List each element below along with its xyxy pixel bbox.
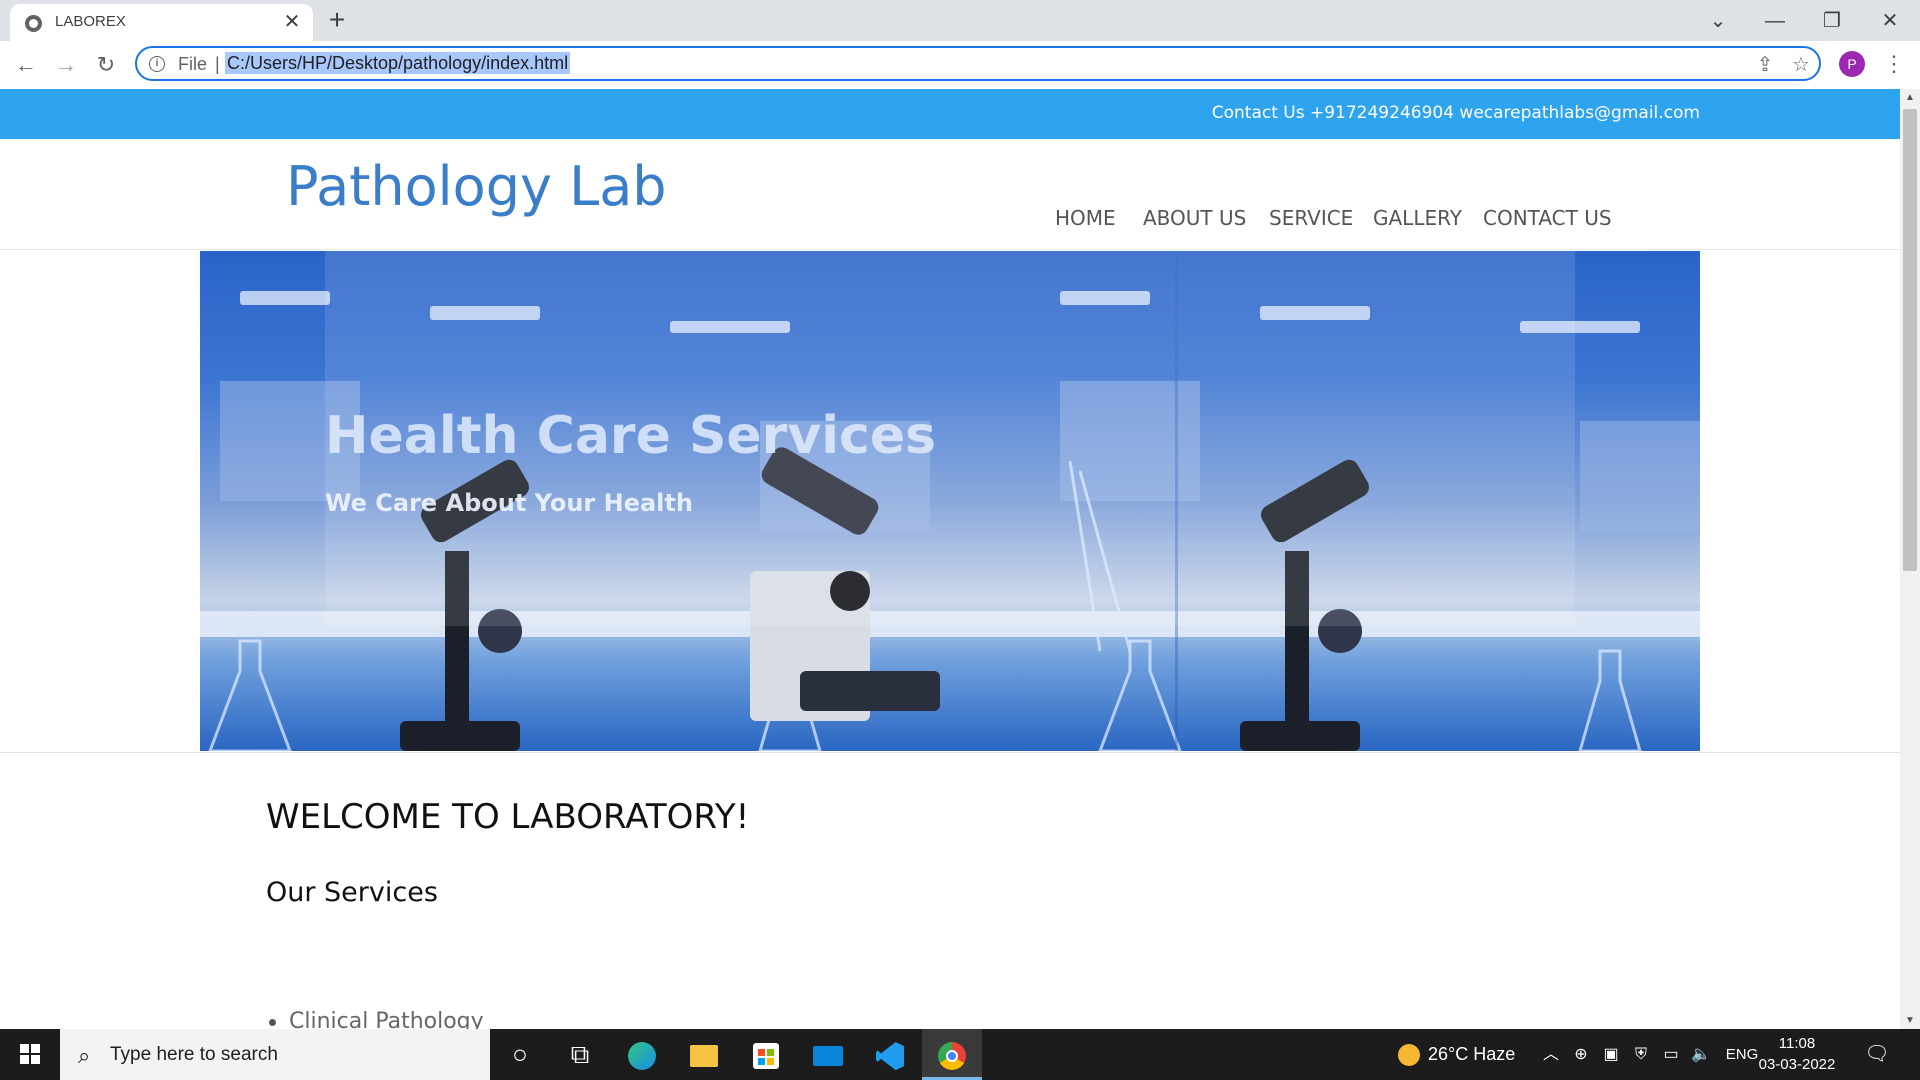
back-button[interactable]: ← — [10, 49, 42, 81]
address-bar[interactable]: i File | C:/Users/HP/Desktop/pathology/i… — [135, 46, 1821, 81]
task-view-button[interactable]: ⧉ — [550, 1029, 610, 1080]
site-logo[interactable]: Pathology Lab — [286, 155, 667, 218]
search-icon: ⌕ — [78, 1043, 91, 1068]
chrome-taskbar-app[interactable] — [922, 1029, 982, 1080]
new-tab-button[interactable]: + — [322, 6, 352, 36]
nav-about-us[interactable]: ABOUT US — [1143, 206, 1246, 230]
profile-avatar[interactable]: P — [1839, 51, 1865, 77]
browser-tab-strip: LABOREX ✕ + ⌄ — ❐ ✕ — [0, 0, 1920, 41]
security-icon[interactable]: ⛨ — [1628, 1029, 1654, 1080]
battery-icon[interactable]: ▭ — [1658, 1029, 1684, 1080]
chevron-up-icon[interactable]: ︿ — [1540, 1029, 1562, 1080]
weather-sun-icon — [1398, 1044, 1420, 1067]
vscode-taskbar-app[interactable] — [860, 1029, 920, 1080]
windows-logo-pane — [31, 1055, 40, 1064]
task-view-icon: ⧉ — [570, 1039, 590, 1069]
taskbar-search-box[interactable]: ⌕ Type here to search — [60, 1029, 490, 1080]
weather-widget[interactable]: 26°C Haze — [1398, 1029, 1515, 1080]
mail-taskbar-app[interactable] — [798, 1029, 858, 1080]
reload-icon: ↻ — [96, 52, 116, 77]
weather-text: 26°C Haze — [1428, 1044, 1516, 1064]
page-viewport: Contact Us +917249246904 wecarepathlabs@… — [0, 89, 1900, 1029]
url-text[interactable]: C:/Users/HP/Desktop/pathology/index.html — [225, 52, 571, 74]
site-header: Pathology Lab HOME ABOUT US SERVICE GALL… — [0, 139, 1900, 250]
star-icon[interactable]: ☆ — [1788, 52, 1814, 78]
service-list-item: Clinical Pathology — [269, 1009, 484, 1029]
welcome-heading: WELCOME TO LABORATORY! — [266, 797, 750, 837]
scroll-down-icon[interactable]: ▼ — [1900, 1012, 1920, 1029]
hero-subtitle: We Care About Your Health — [325, 489, 693, 517]
windows-logo-pane — [20, 1055, 29, 1064]
section-divider — [0, 752, 1900, 753]
hero-title: Health Care Services — [325, 406, 937, 466]
edge-taskbar-app[interactable] — [612, 1029, 672, 1080]
omnibox-separator: | — [215, 54, 220, 74]
forward-button[interactable]: → — [50, 49, 82, 81]
nav-gallery[interactable]: GALLERY — [1373, 206, 1462, 230]
volume-icon[interactable]: 🔈 — [1688, 1029, 1714, 1080]
contact-bar: Contact Us +917249246904 wecarepathlabs@… — [0, 89, 1900, 139]
page-scrollbar[interactable]: ▲ ▼ — [1900, 89, 1920, 1029]
browser-toolbar: ← → ↻ i File | C:/Users/HP/Desktop/patho… — [0, 41, 1920, 90]
circle-icon: ○ — [512, 1039, 528, 1069]
bullet-icon — [269, 1019, 276, 1026]
start-button[interactable] — [0, 1029, 60, 1080]
folder-icon — [690, 1045, 718, 1068]
chrome-icon — [938, 1042, 966, 1071]
notification-icon[interactable]: 🗨 — [1864, 1041, 1890, 1067]
windows-logo-pane — [31, 1044, 40, 1053]
nav-home[interactable]: HOME — [1055, 206, 1116, 230]
tab-search-button[interactable]: ⌄ — [1694, 4, 1742, 38]
meet-now-icon[interactable]: ▣ — [1598, 1029, 1624, 1080]
arrow-right-icon: → — [55, 52, 77, 77]
arrow-left-icon: ← — [15, 52, 37, 77]
nav-contact-us[interactable]: CONTACT US — [1483, 206, 1612, 230]
tab-close-button[interactable]: ✕ — [280, 10, 304, 34]
mail-icon — [813, 1046, 843, 1067]
nav-service[interactable]: SERVICE — [1269, 206, 1353, 230]
reload-button[interactable]: ↻ — [90, 49, 122, 81]
tab-title: LABOREX — [55, 13, 126, 30]
restore-button[interactable]: ❐ — [1808, 4, 1856, 38]
file-explorer-taskbar-app[interactable] — [674, 1029, 734, 1080]
hero-banner: Health Care Services We Care About Your … — [200, 251, 1700, 751]
vscode-icon — [876, 1042, 904, 1071]
scroll-up-icon[interactable]: ▲ — [1900, 89, 1920, 106]
kebab-menu-icon[interactable]: ⋮ — [1882, 49, 1906, 79]
windows-logo-icon — [20, 1044, 29, 1053]
store-taskbar-app[interactable] — [736, 1029, 796, 1080]
contact-bar-text: Contact Us +917249246904 wecarepathlabs@… — [1211, 103, 1700, 123]
windows-taskbar: ⌕ Type here to search ○ ⧉ 26°C Haze ︿ ⊕ … — [0, 1029, 1920, 1080]
clock-time: 11:08 — [1778, 1035, 1816, 1052]
browser-tab[interactable]: LABOREX ✕ — [10, 4, 313, 41]
service-label: Clinical Pathology — [289, 1009, 484, 1029]
search-placeholder: Type here to search — [110, 1044, 278, 1065]
scrollbar-thumb[interactable] — [1903, 109, 1917, 571]
system-clock[interactable]: 11:08 03-03-2022 — [1752, 1033, 1842, 1075]
clock-date: 03-03-2022 — [1758, 1056, 1836, 1073]
globe-icon — [25, 15, 42, 32]
info-icon[interactable]: i — [149, 56, 165, 72]
share-icon[interactable]: ⇪ — [1752, 52, 1778, 78]
cortana-button[interactable]: ○ — [490, 1029, 550, 1080]
minimize-button[interactable]: — — [1751, 4, 1799, 38]
store-icon — [753, 1043, 779, 1070]
edge-icon — [628, 1042, 656, 1071]
close-window-button[interactable]: ✕ — [1866, 4, 1914, 38]
services-heading: Our Services — [266, 877, 438, 908]
network-globe-icon[interactable]: ⊕ — [1568, 1029, 1594, 1080]
file-label: File — [178, 54, 208, 74]
